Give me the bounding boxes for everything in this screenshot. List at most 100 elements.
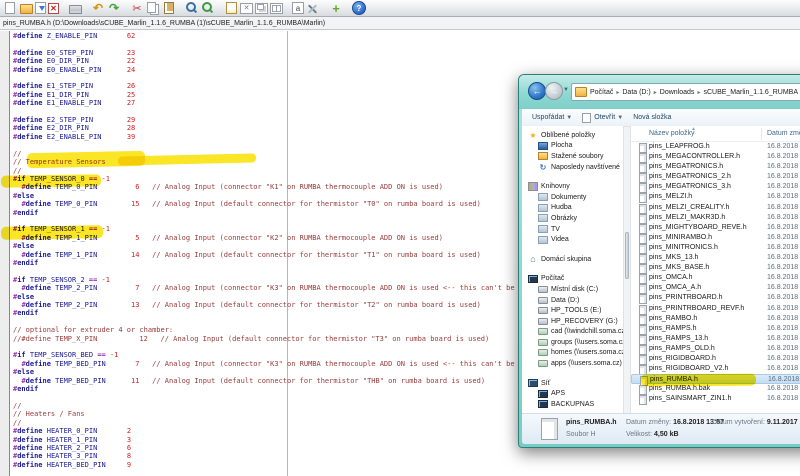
table-row[interactable]: pins_RAMPS_OLD.h16.8.2018 13:57	[631, 344, 800, 354]
code-browser-icon[interactable]	[292, 2, 304, 14]
copy-icon[interactable]	[146, 2, 160, 15]
table-row[interactable]: pins_MELZI_CREALITY.h16.8.2018 13:57	[631, 203, 800, 213]
table-row[interactable]: pins_MEGACONTROLLER.h16.8.2018 13:57	[631, 152, 800, 162]
sidebar-item-m-stn-disk-c-[interactable]: Místní disk (C:)	[522, 284, 623, 295]
window-cascade-icon[interactable]	[255, 3, 268, 14]
table-row[interactable]: pins_MINIRAMBO.h16.8.2018 13:57	[631, 233, 800, 243]
breadcrumb-item[interactable]: Data (D:)	[622, 89, 650, 96]
cut-icon[interactable]	[130, 2, 144, 15]
sidebar-item-sta-en-soubory[interactable]: Stažené soubory	[522, 151, 623, 162]
sidebar-item-tv[interactable]: TV	[522, 224, 623, 235]
back-button[interactable]: ←	[528, 82, 546, 100]
sidebar-item-videa[interactable]: Videa	[522, 234, 623, 245]
table-row[interactable]: pins_MKS_BASE.h16.8.2018 13:57	[631, 263, 800, 273]
table-row[interactable]: pins_RAMPS.h16.8.2018 13:57	[631, 324, 800, 334]
sidebar-item-naposledy-nav-t-ven-[interactable]: Naposledy navštívené	[522, 162, 623, 173]
table-row[interactable]: pins_PRINTRBOARD.h16.8.2018 13:57	[631, 293, 800, 303]
sidebar-item-hp-recovery-g-[interactable]: HP_RECOVERY (G:)	[522, 316, 623, 327]
table-row[interactable]: pins_SAINSMART_ZIN1.h16.8.2018 13:57	[631, 394, 800, 404]
file-name: pins_PRINTRBOARD_REVF.h	[649, 305, 744, 312]
new-file-icon[interactable]	[3, 2, 17, 15]
file-name: pins_RIGIDBOARD_V2.h	[649, 365, 728, 372]
table-row[interactable]: pins_MEGATRONICS_2.h16.8.2018 13:57	[631, 172, 800, 182]
table-row[interactable]: pins_LEAPFROG.h16.8.2018 13:57	[631, 142, 800, 152]
editor-tab[interactable]: pins_RUMBA.h (D:\Downloads\sCUBE_Marlin_…	[0, 17, 800, 30]
sidebar-item-label: Dokumenty	[551, 194, 586, 201]
sidebar-item-apps-users-soma-cz-z[interactable]: apps (\\users.soma.cz) (Z	[522, 358, 623, 369]
explorer-command-bar: Uspořádat▼ Otevřít▼ Nová složka	[522, 109, 800, 127]
table-row[interactable]: pins_RIGIDBOARD_V2.h16.8.2018 13:57	[631, 364, 800, 374]
sidebar-item-s-[interactable]: Síť	[522, 378, 623, 389]
sidebar-item-obl-ben-polo-ky[interactable]: Oblíbené položky	[522, 130, 623, 141]
code-line: #define Z_ENABLE_PIN 62	[13, 32, 800, 40]
breadcrumb-item[interactable]: Downloads	[660, 89, 695, 96]
table-row[interactable]: pins_MELZI_MAKR3D.h16.8.2018 13:57	[631, 213, 800, 223]
sidebar-item-backupnas[interactable]: BACKUPNAS	[522, 399, 623, 410]
table-row[interactable]: pins_MINITRONICS.h16.8.2018 13:57	[631, 243, 800, 253]
nav-dropdown-icon[interactable]: ▼	[563, 87, 569, 93]
window-tile-icon[interactable]	[270, 3, 283, 14]
drive-icon	[538, 306, 548, 315]
open-file-icon[interactable]	[19, 2, 33, 15]
sidebar-item-label: Plocha	[551, 142, 572, 149]
network-icon	[528, 379, 538, 388]
save-file-icon[interactable]	[35, 2, 46, 14]
help-icon[interactable]	[352, 1, 366, 15]
find-icon[interactable]	[185, 2, 199, 15]
breadcrumb[interactable]: Počítač▸Data (D:)▸Downloads▸sCUBE_Marlin…	[590, 89, 800, 96]
sidebar-item-cad-windchill-soma-cz-[interactable]: cad (\\windchill.soma.cz)	[522, 327, 623, 338]
sidebar-item-hudba[interactable]: Hudba	[522, 203, 623, 214]
table-row[interactable]: pins_MEGATRONICS_3.h16.8.2018 13:57	[631, 182, 800, 192]
sidebar-item-po-ta-[interactable]: Počítač	[522, 274, 623, 285]
column-header-name[interactable]: Název položky	[649, 130, 695, 137]
organize-button[interactable]: Uspořádat▼	[532, 114, 572, 121]
table-row[interactable]: pins_OMCA.h16.8.2018 13:57	[631, 273, 800, 283]
table-row[interactable]: pins_MELZI.h16.8.2018 13:57	[631, 192, 800, 202]
scrollbar-thumb[interactable]	[625, 232, 629, 279]
find-replace-icon[interactable]	[201, 2, 215, 15]
sidebar-item-hp-tools-e-[interactable]: HP_TOOLS (E:)	[522, 305, 623, 316]
table-row[interactable]: pins_PRINTRBOARD_REVF.h16.8.2018 13:57	[631, 304, 800, 314]
sidebar-item-dokumenty[interactable]: Dokumenty	[522, 192, 623, 203]
print-icon[interactable]	[68, 2, 82, 15]
paste-icon[interactable]	[162, 2, 176, 15]
explorer-titlebar[interactable]: ← → ▼ Počítač▸Data (D:)▸Downloads▸sCUBE_…	[519, 75, 800, 109]
table-row[interactable]: pins_MKS_13.h16.8.2018 13:57	[631, 253, 800, 263]
window-close-icon[interactable]	[240, 3, 253, 14]
redo-icon[interactable]	[107, 2, 121, 15]
open-button[interactable]: Otevřít▼	[582, 113, 623, 123]
new-document-icon[interactable]	[224, 2, 238, 15]
sidebar-item-dom-c-skupina[interactable]: Domácí skupina	[522, 254, 623, 265]
column-header-date[interactable]: Datum změny	[767, 130, 800, 137]
breadcrumb-item[interactable]: sCUBE_Marlin_1.1.6_RUMBA (1)	[703, 89, 800, 96]
table-row[interactable]: pins_RAMBO.h16.8.2018 13:57	[631, 314, 800, 324]
table-row[interactable]: pins_OMCA_A.h16.8.2018 13:57	[631, 283, 800, 293]
sidebar-item-obr-zky[interactable]: Obrázky	[522, 213, 623, 224]
undo-icon[interactable]	[91, 2, 105, 15]
new-folder-button[interactable]: Nová složka	[633, 114, 671, 121]
table-row[interactable]: pins_RAMPS_13.h16.8.2018 13:57	[631, 334, 800, 344]
table-row[interactable]: pins_MEGATRONICS.h16.8.2018 13:57	[631, 162, 800, 172]
forward-button[interactable]: →	[545, 82, 563, 100]
breadcrumb-item[interactable]: Počítač	[590, 89, 613, 96]
sidebar-item-knihovny[interactable]: Knihovny	[522, 181, 623, 192]
close-file-icon[interactable]	[48, 3, 59, 14]
table-row[interactable]: pins_RIGIDBOARD.h16.8.2018 13:57	[631, 354, 800, 364]
file-date: 16.8.2018 13:57	[767, 385, 800, 392]
column-divider[interactable]	[761, 128, 762, 140]
plugin-icon[interactable]	[329, 2, 343, 15]
sidebar-item-plocha[interactable]: Plocha	[522, 141, 623, 152]
address-bar[interactable]: Počítač▸Data (D:)▸Downloads▸sCUBE_Marlin…	[571, 83, 800, 101]
sidebar-scrollbar[interactable]	[623, 126, 631, 414]
file-date: 16.8.2018 13:57	[767, 284, 800, 291]
settings-icon[interactable]	[306, 2, 320, 15]
toolbar-separator	[60, 2, 67, 15]
code-line: #define E0_DIR_PIN 22	[13, 57, 800, 65]
sidebar-item-homes-users-soma-cz-[interactable]: homes (\\users.soma.cz)	[522, 348, 623, 359]
sidebar-item-label: groups (\\users.soma.cz)	[551, 339, 623, 346]
breadcrumb-arrow-icon[interactable]: ▸	[651, 90, 660, 96]
table-row[interactable]: pins_MIGHTYBOARD_REVE.h16.8.2018 13:57	[631, 223, 800, 233]
sidebar-item-groups-users-soma-cz-[interactable]: groups (\\users.soma.cz)	[522, 337, 623, 348]
sidebar-item-aps[interactable]: APS	[522, 388, 623, 399]
sidebar-item-data-d-[interactable]: Data (D:)	[522, 295, 623, 306]
